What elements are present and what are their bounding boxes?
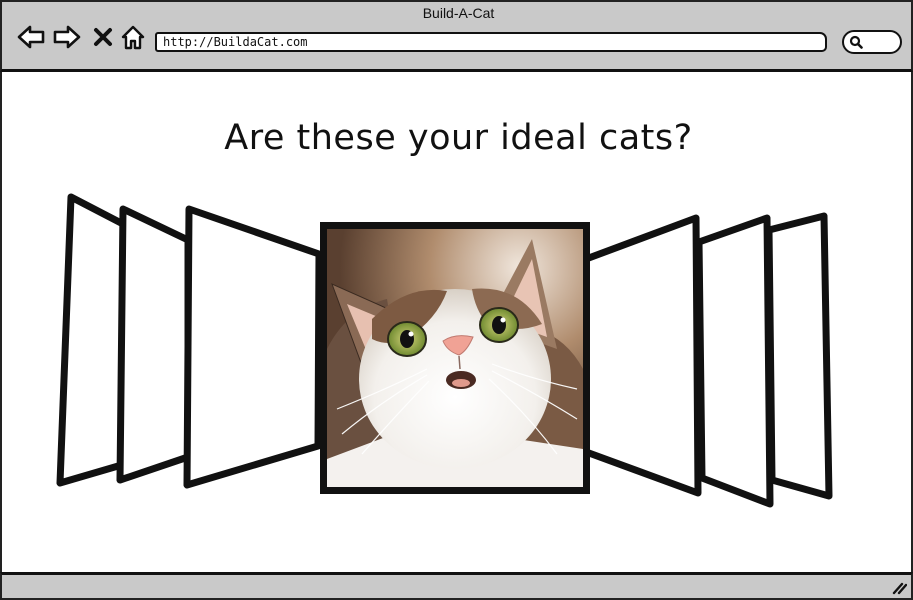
forward-button[interactable]	[52, 22, 82, 52]
back-button[interactable]	[16, 22, 46, 52]
carousel-panel-right-3[interactable]	[765, 212, 833, 500]
window-title: Build-A-Cat	[422, 5, 495, 21]
browser-chrome: Build-A-Cat http://BuildaCat.com	[0, 0, 913, 72]
carousel-panel-right-1[interactable]	[574, 214, 702, 497]
carousel-panel-right-2[interactable]	[695, 214, 774, 508]
resize-grip-icon[interactable]	[891, 581, 907, 595]
carousel-panel-left-3[interactable]	[183, 205, 323, 489]
home-button[interactable]	[118, 22, 148, 52]
carousel-panel-left-1[interactable]	[56, 193, 129, 487]
home-icon	[121, 25, 145, 50]
search-field[interactable]	[842, 30, 902, 54]
forward-arrow-icon	[53, 25, 81, 49]
address-bar[interactable]: http://BuildaCat.com	[155, 32, 827, 52]
back-arrow-icon	[17, 25, 45, 49]
close-icon	[94, 28, 112, 46]
surprised-cat-photo	[327, 229, 583, 487]
featured-cat-image[interactable]	[320, 222, 590, 494]
browser-window: Build-A-Cat http://BuildaCat.com Are the…	[0, 0, 913, 600]
stop-button[interactable]	[88, 22, 118, 52]
search-icon	[849, 35, 863, 49]
status-bar	[0, 572, 913, 600]
page-content: Are these your ideal cats?	[0, 72, 913, 572]
carousel-panel-left-2[interactable]	[116, 205, 192, 484]
